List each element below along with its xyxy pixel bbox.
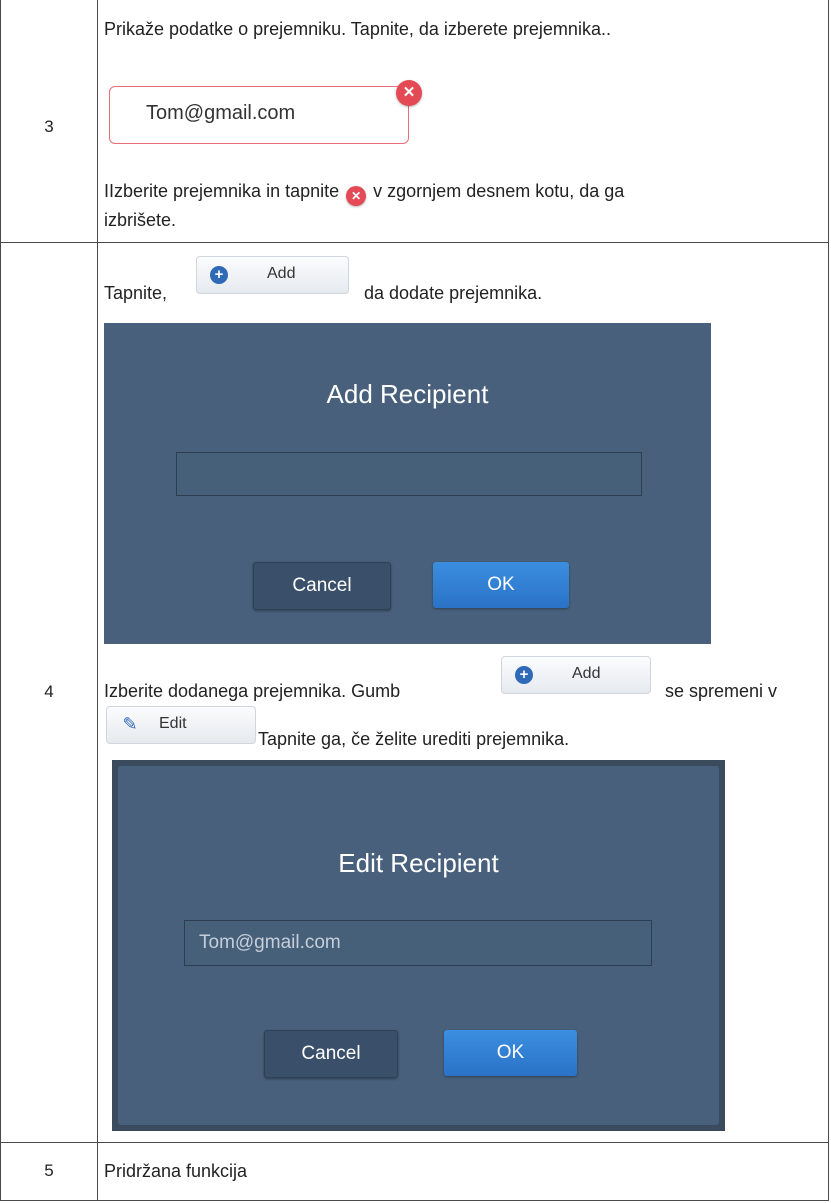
recipient-chip[interactable]: Tom@gmail.com <box>109 86 409 144</box>
table-border-left <box>0 0 1 1201</box>
row-divider <box>0 1142 829 1143</box>
instruction-text: v zgornjem desnem kotu, da ga <box>373 181 625 201</box>
row-number: 4 <box>44 682 54 701</box>
instruction-text: da dodate prejemnika. <box>364 283 543 303</box>
instruction-text: se spremeni v <box>665 681 778 701</box>
add-button[interactable]: + Add <box>196 256 349 294</box>
instruction-text: Tapnite, <box>104 283 168 303</box>
instruction-text: izbrišete. <box>104 210 177 230</box>
row-divider <box>0 242 829 243</box>
edit-button[interactable]: ✎ Edit <box>106 706 256 744</box>
instruction-text: Izberite dodanega prejemnika. Gumb <box>104 681 401 701</box>
recipient-input[interactable] <box>176 452 642 496</box>
ok-button[interactable]: OK <box>433 562 569 608</box>
dialog-panel: Edit Recipient Tom@gmail.com Cancel OK <box>118 766 719 1125</box>
edit-button-label: Edit <box>159 715 187 732</box>
instruction-text: IIzberite prejemnika in tapnite <box>104 181 340 201</box>
add-button-label: Add <box>572 665 601 682</box>
plus-circle-icon: + <box>515 666 533 684</box>
cancel-button[interactable]: Cancel <box>264 1030 398 1078</box>
ok-button[interactable]: OK <box>444 1030 577 1076</box>
row-description: Pridržana funkcija <box>104 1161 248 1181</box>
row-description: Prikaže podatke o prejemniku. Tapnite, d… <box>104 19 611 39</box>
row-instruction-line: IIzberite prejemnika in tapnite ✕ v zgor… <box>104 176 624 206</box>
edit-pencil-icon: ✎ <box>122 714 138 734</box>
dialog-title: Add Recipient <box>326 379 489 409</box>
dialog-title: Edit Recipient <box>338 848 499 878</box>
cancel-button[interactable]: Cancel <box>253 562 391 610</box>
recipient-email: Tom@gmail.com <box>146 102 296 124</box>
add-button-label: Add <box>267 265 296 282</box>
table-border-right <box>828 0 829 1201</box>
add-recipient-dialog: Add Recipient Cancel OK <box>104 323 711 644</box>
delete-badge-icon: ✕ <box>346 186 367 206</box>
plus-circle-icon: + <box>210 266 228 284</box>
add-button[interactable]: + Add <box>501 656 651 694</box>
recipient-input[interactable]: Tom@gmail.com <box>184 920 652 966</box>
table-border-bottom <box>0 1200 829 1201</box>
row-number: 3 <box>44 117 54 136</box>
edit-recipient-dialog: Edit Recipient Tom@gmail.com Cancel OK <box>112 760 725 1131</box>
row-number: 5 <box>44 1161 54 1180</box>
column-divider <box>97 0 98 1201</box>
instruction-text: Tapnite ga, če želite urediti prejemnika… <box>258 729 570 749</box>
delete-badge-icon[interactable]: ✕ <box>396 80 422 106</box>
